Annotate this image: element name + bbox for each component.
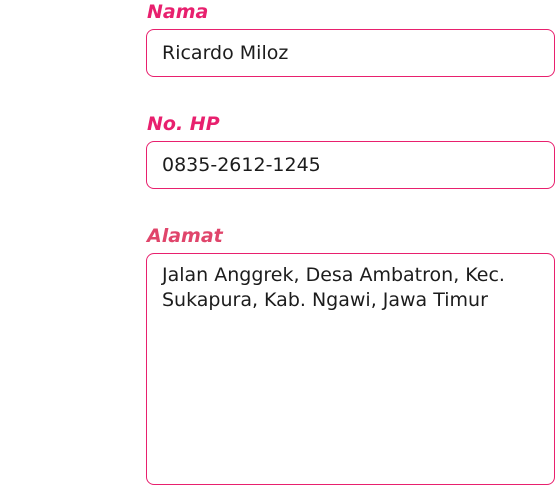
- phone-label: No. HP: [147, 113, 220, 135]
- address-textarea[interactable]: Jalan Anggrek, Desa Ambatron, Kec. Sukap…: [146, 253, 555, 485]
- address-label: Alamat: [147, 225, 223, 247]
- phone-input[interactable]: [146, 141, 555, 189]
- name-input[interactable]: [146, 29, 555, 77]
- name-label: Nama: [147, 1, 209, 23]
